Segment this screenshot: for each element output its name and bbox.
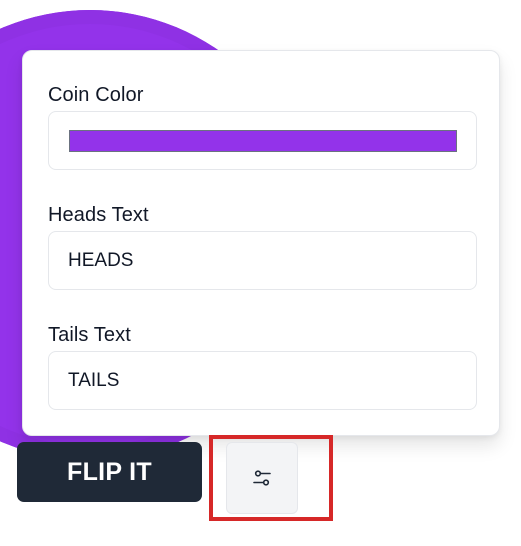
heads-text-input[interactable] [49, 232, 476, 289]
heads-text-label: Heads Text [48, 204, 149, 226]
flip-it-button[interactable]: FLIP IT [17, 442, 202, 502]
coin-color-swatch[interactable] [69, 130, 457, 152]
tails-text-field[interactable] [48, 351, 477, 410]
tails-text-label: Tails Text [48, 324, 131, 346]
tails-text-input[interactable] [49, 352, 476, 409]
app-stage: Coin Color Heads Text Tails Text FLIP IT [0, 0, 521, 546]
coin-color-field[interactable] [48, 111, 477, 170]
coin-color-label: Coin Color [48, 84, 144, 106]
settings-panel: Coin Color Heads Text Tails Text [22, 50, 500, 436]
heads-text-field[interactable] [48, 231, 477, 290]
highlight-frame [209, 435, 333, 521]
